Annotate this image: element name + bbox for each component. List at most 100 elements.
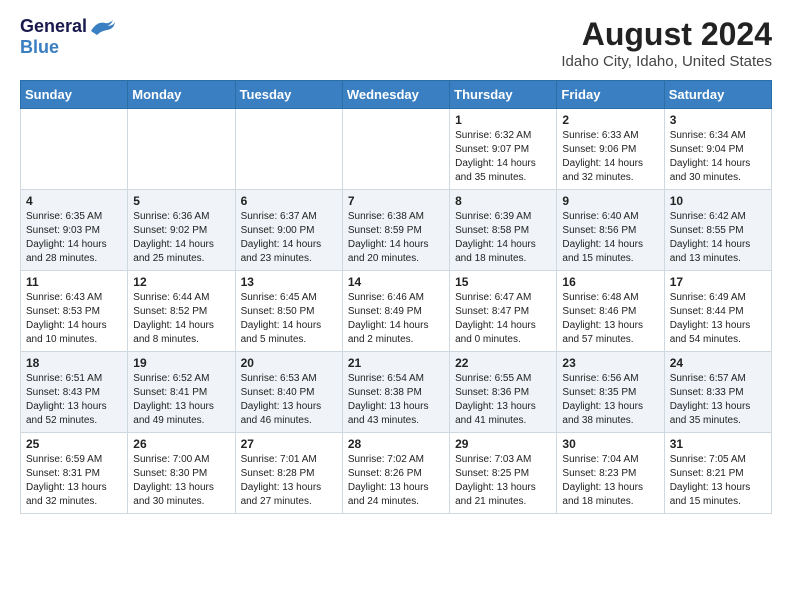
day-number: 29 <box>455 437 551 451</box>
calendar-day-19: 19 Sunrise: 6:52 AM Sunset: 8:41 PM Dayli… <box>128 352 235 433</box>
day-number: 21 <box>348 356 444 370</box>
day-number: 2 <box>562 113 658 127</box>
day-info: Sunrise: 6:32 AM Sunset: 9:07 PM Dayligh… <box>455 129 551 185</box>
calendar-day-empty <box>342 109 449 190</box>
day-number: 3 <box>670 113 766 127</box>
calendar-day-9: 9 Sunrise: 6:40 AM Sunset: 8:56 PM Daylig… <box>557 190 664 271</box>
calendar-day-29: 29 Sunrise: 7:03 AM Sunset: 8:25 PM Dayli… <box>450 433 557 514</box>
logo: General Blue <box>20 16 117 58</box>
calendar-day-24: 24 Sunrise: 6:57 AM Sunset: 8:33 PM Dayli… <box>664 352 771 433</box>
calendar-day-27: 27 Sunrise: 7:01 AM Sunset: 8:28 PM Dayli… <box>235 433 342 514</box>
calendar-week-row: 1 Sunrise: 6:32 AM Sunset: 9:07 PM Daylig… <box>21 109 772 190</box>
calendar-week-row: 11 Sunrise: 6:43 AM Sunset: 8:53 PM Dayli… <box>21 271 772 352</box>
day-info: Sunrise: 6:59 AM Sunset: 8:31 PM Dayligh… <box>26 453 122 509</box>
calendar-day-4: 4 Sunrise: 6:35 AM Sunset: 9:03 PM Daylig… <box>21 190 128 271</box>
day-info: Sunrise: 6:38 AM Sunset: 8:59 PM Dayligh… <box>348 210 444 266</box>
day-info: Sunrise: 6:57 AM Sunset: 8:33 PM Dayligh… <box>670 372 766 428</box>
calendar-day-13: 13Sunrise: 6:45 AM Sunset: 8:50 PM Dayli… <box>235 271 342 352</box>
calendar-day-empty <box>235 109 342 190</box>
calendar-day-empty <box>128 109 235 190</box>
day-info: Sunrise: 7:01 AM Sunset: 8:28 PM Dayligh… <box>241 453 337 509</box>
day-info: Sunrise: 6:37 AM Sunset: 9:00 PM Dayligh… <box>241 210 337 266</box>
calendar-day-11: 11 Sunrise: 6:43 AM Sunset: 8:53 PM Dayli… <box>21 271 128 352</box>
calendar-day-23: 23Sunrise: 6:56 AM Sunset: 8:35 PM Dayli… <box>557 352 664 433</box>
day-info: Sunrise: 7:04 AM Sunset: 8:23 PM Dayligh… <box>562 453 658 509</box>
day-number: 24 <box>670 356 766 370</box>
day-number: 30 <box>562 437 658 451</box>
day-number: 6 <box>241 194 337 208</box>
day-info: Sunrise: 6:43 AM Sunset: 8:53 PM Dayligh… <box>26 291 122 347</box>
calendar-day-15: 15 Sunrise: 6:47 AM Sunset: 8:47 PM Dayli… <box>450 271 557 352</box>
day-info: Sunrise: 6:42 AM Sunset: 8:55 PM Dayligh… <box>670 210 766 266</box>
day-number: 20 <box>241 356 337 370</box>
day-info: Sunrise: 6:35 AM Sunset: 9:03 PM Dayligh… <box>26 210 122 266</box>
day-number: 26 <box>133 437 229 451</box>
day-number: 10 <box>670 194 766 208</box>
day-info: Sunrise: 6:54 AM Sunset: 8:38 PM Dayligh… <box>348 372 444 428</box>
calendar-day-18: 18 Sunrise: 6:51 AM Sunset: 8:43 PM Dayli… <box>21 352 128 433</box>
logo-bird-icon <box>89 17 117 37</box>
day-info: Sunrise: 7:05 AM Sunset: 8:21 PM Dayligh… <box>670 453 766 509</box>
day-info: Sunrise: 6:56 AM Sunset: 8:35 PM Dayligh… <box>562 372 658 428</box>
day-number: 16 <box>562 275 658 289</box>
day-number: 18 <box>26 356 122 370</box>
day-of-week-header-thursday: Thursday <box>450 81 557 109</box>
day-info: Sunrise: 6:52 AM Sunset: 8:41 PM Dayligh… <box>133 372 229 428</box>
calendar-day-6: 6 Sunrise: 6:37 AM Sunset: 9:00 PM Daylig… <box>235 190 342 271</box>
calendar-day-empty <box>21 109 128 190</box>
day-info: Sunrise: 6:55 AM Sunset: 8:36 PM Dayligh… <box>455 372 551 428</box>
day-info: Sunrise: 6:47 AM Sunset: 8:47 PM Dayligh… <box>455 291 551 347</box>
day-info: Sunrise: 6:53 AM Sunset: 8:40 PM Dayligh… <box>241 372 337 428</box>
day-number: 9 <box>562 194 658 208</box>
day-info: Sunrise: 6:51 AM Sunset: 8:43 PM Dayligh… <box>26 372 122 428</box>
calendar-day-14: 14Sunrise: 6:46 AM Sunset: 8:49 PM Dayli… <box>342 271 449 352</box>
day-number: 27 <box>241 437 337 451</box>
calendar-day-28: 28Sunrise: 7:02 AM Sunset: 8:26 PM Dayli… <box>342 433 449 514</box>
day-number: 5 <box>133 194 229 208</box>
day-info: Sunrise: 7:00 AM Sunset: 8:30 PM Dayligh… <box>133 453 229 509</box>
day-info: Sunrise: 6:49 AM Sunset: 8:44 PM Dayligh… <box>670 291 766 347</box>
day-number: 8 <box>455 194 551 208</box>
day-number: 12 <box>133 275 229 289</box>
day-number: 25 <box>26 437 122 451</box>
calendar-week-row: 18 Sunrise: 6:51 AM Sunset: 8:43 PM Dayli… <box>21 352 772 433</box>
calendar-day-5: 5 Sunrise: 6:36 AM Sunset: 9:02 PM Daylig… <box>128 190 235 271</box>
page-subtitle: Idaho City, Idaho, United States <box>561 53 772 70</box>
calendar-day-8: 8 Sunrise: 6:39 AM Sunset: 8:58 PM Daylig… <box>450 190 557 271</box>
day-of-week-header-wednesday: Wednesday <box>342 81 449 109</box>
day-info: Sunrise: 6:39 AM Sunset: 8:58 PM Dayligh… <box>455 210 551 266</box>
day-of-week-header-sunday: Sunday <box>21 81 128 109</box>
day-info: Sunrise: 7:02 AM Sunset: 8:26 PM Dayligh… <box>348 453 444 509</box>
day-number: 22 <box>455 356 551 370</box>
day-number: 11 <box>26 275 122 289</box>
day-of-week-header-tuesday: Tuesday <box>235 81 342 109</box>
calendar-day-22: 22 Sunrise: 6:55 AM Sunset: 8:36 PM Dayli… <box>450 352 557 433</box>
day-of-week-header-friday: Friday <box>557 81 664 109</box>
calendar-day-2: 2 Sunrise: 6:33 AM Sunset: 9:06 PM Daylig… <box>557 109 664 190</box>
day-info: Sunrise: 6:34 AM Sunset: 9:04 PM Dayligh… <box>670 129 766 185</box>
day-info: Sunrise: 6:33 AM Sunset: 9:06 PM Dayligh… <box>562 129 658 185</box>
day-info: Sunrise: 6:40 AM Sunset: 8:56 PM Dayligh… <box>562 210 658 266</box>
day-of-week-header-saturday: Saturday <box>664 81 771 109</box>
day-number: 19 <box>133 356 229 370</box>
day-info: Sunrise: 6:48 AM Sunset: 8:46 PM Dayligh… <box>562 291 658 347</box>
calendar-day-30: 30 Sunrise: 7:04 AM Sunset: 8:23 PM Dayli… <box>557 433 664 514</box>
day-number: 15 <box>455 275 551 289</box>
calendar-day-21: 21 Sunrise: 6:54 AM Sunset: 8:38 PM Dayli… <box>342 352 449 433</box>
day-number: 4 <box>26 194 122 208</box>
page-title: August 2024 <box>561 16 772 53</box>
day-number: 17 <box>670 275 766 289</box>
day-number: 7 <box>348 194 444 208</box>
day-info: Sunrise: 6:45 AM Sunset: 8:50 PM Dayligh… <box>241 291 337 347</box>
calendar-day-25: 25 Sunrise: 6:59 AM Sunset: 8:31 PM Dayli… <box>21 433 128 514</box>
day-info: Sunrise: 7:03 AM Sunset: 8:25 PM Dayligh… <box>455 453 551 509</box>
day-info: Sunrise: 6:46 AM Sunset: 8:49 PM Dayligh… <box>348 291 444 347</box>
page-header: General Blue August 2024 Idaho City, Ida… <box>20 16 772 70</box>
day-info: Sunrise: 6:36 AM Sunset: 9:02 PM Dayligh… <box>133 210 229 266</box>
day-number: 31 <box>670 437 766 451</box>
logo-general-text: General <box>20 16 87 37</box>
day-number: 1 <box>455 113 551 127</box>
calendar-day-3: 3 Sunrise: 6:34 AM Sunset: 9:04 PM Daylig… <box>664 109 771 190</box>
calendar-day-16: 16 Sunrise: 6:48 AM Sunset: 8:46 PM Dayli… <box>557 271 664 352</box>
calendar-day-1: 1 Sunrise: 6:32 AM Sunset: 9:07 PM Daylig… <box>450 109 557 190</box>
